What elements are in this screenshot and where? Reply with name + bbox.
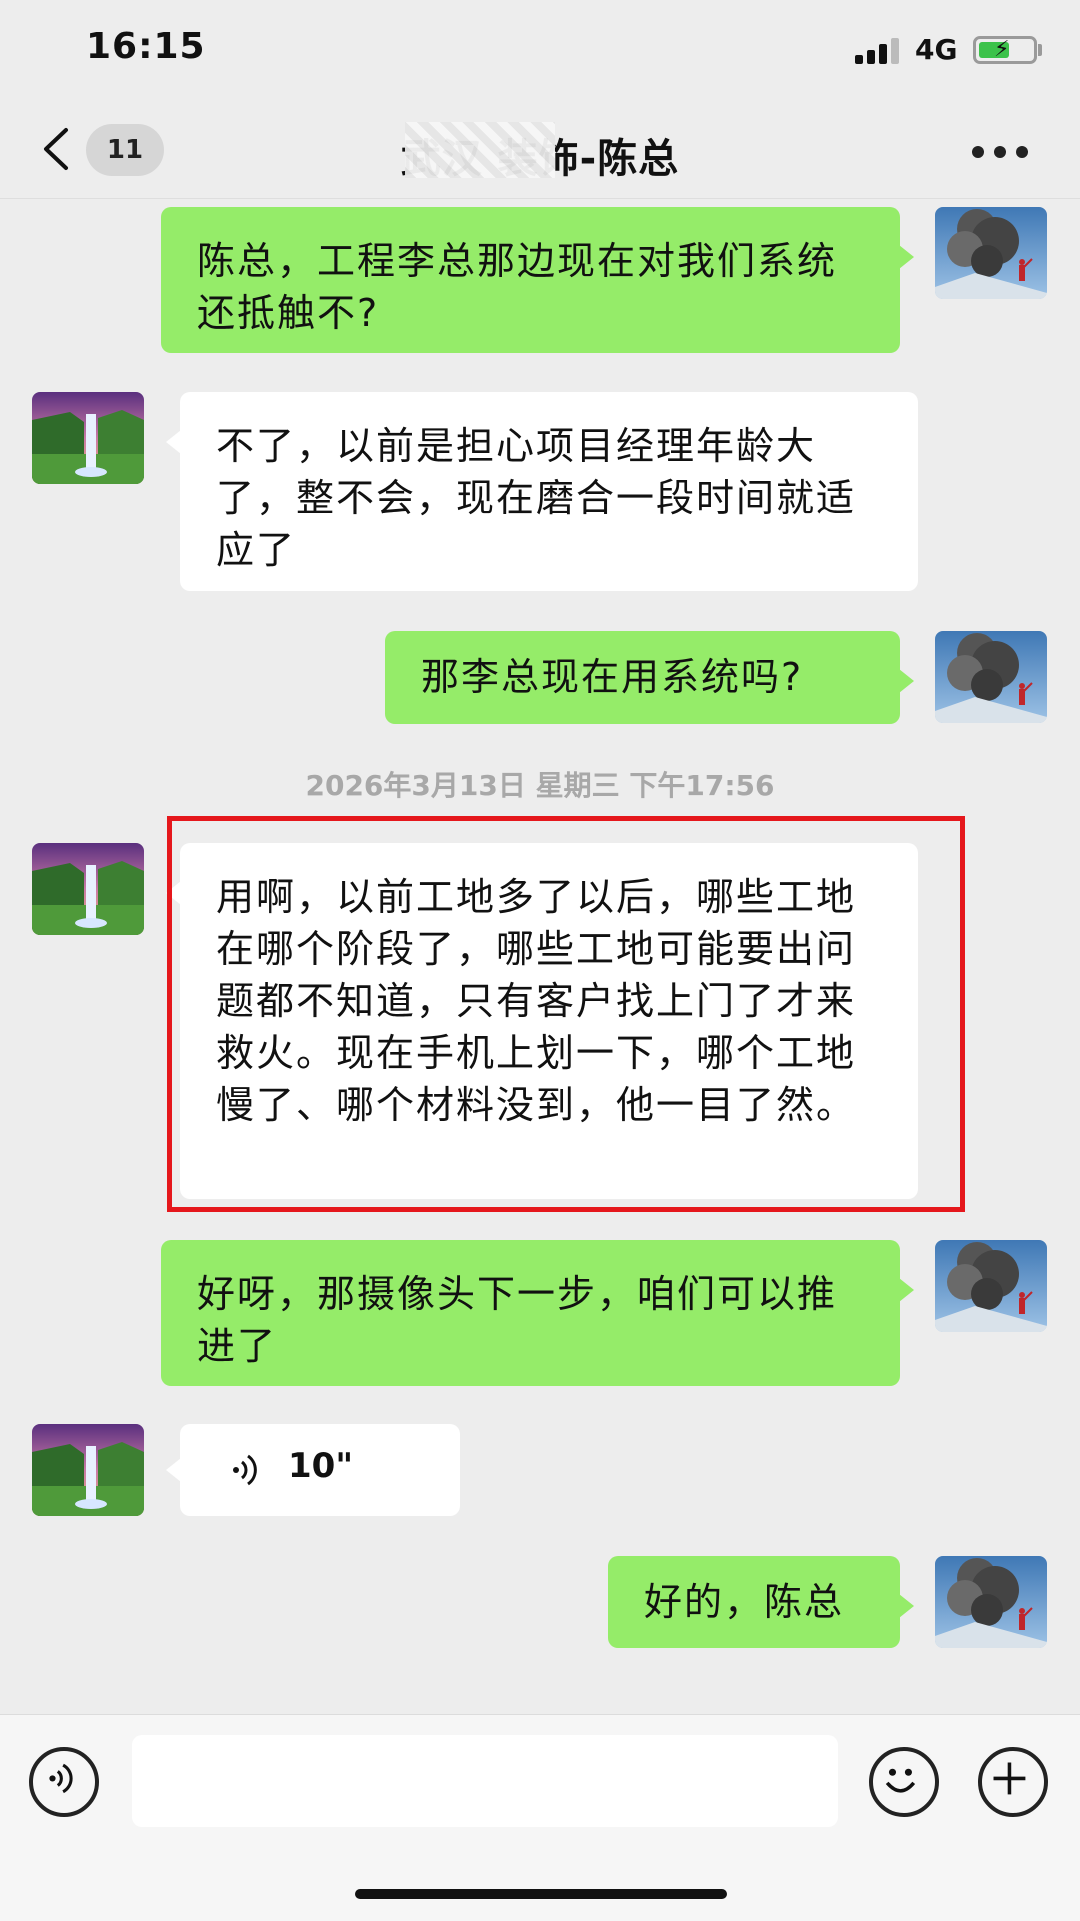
my-avatar[interactable] bbox=[935, 631, 1047, 723]
battery-icon: ⚡ bbox=[973, 36, 1037, 64]
my-avatar[interactable] bbox=[935, 207, 1047, 299]
message-bubble-sent[interactable]: 那李总现在用系统吗? bbox=[385, 631, 914, 724]
my-avatar[interactable] bbox=[935, 1240, 1047, 1332]
message-bubble-sent[interactable]: 好的，陈总 bbox=[608, 1556, 914, 1648]
contact-avatar[interactable] bbox=[32, 392, 144, 484]
contact-avatar[interactable] bbox=[32, 1424, 144, 1516]
my-avatar[interactable] bbox=[935, 1556, 1047, 1648]
emoji-icon[interactable] bbox=[869, 1747, 939, 1817]
message-bubble-sent[interactable]: 陈总，工程李总那边现在对我们系统还抵触不? bbox=[161, 207, 914, 353]
signal-icon bbox=[855, 38, 903, 64]
plus-icon[interactable] bbox=[978, 1747, 1048, 1817]
blurred-name-mask bbox=[405, 122, 555, 178]
message-timestamp: 2026年3月13日 星期三 下午17:56 bbox=[305, 769, 775, 802]
voice-wave-icon bbox=[233, 1454, 257, 1486]
message-bubble-received[interactable]: 不了，以前是担心项目经理年龄大了，整不会，现在磨合一段时间就适应了 bbox=[166, 392, 918, 591]
message-bubble-sent[interactable]: 好呀，那摄像头下一步，咱们可以推进了 bbox=[161, 1240, 914, 1386]
voice-icon[interactable] bbox=[29, 1747, 99, 1817]
contact-avatar[interactable] bbox=[32, 843, 144, 935]
status-bar: 16:15 4G ⚡ bbox=[0, 0, 1080, 100]
highlight-annotation-box bbox=[167, 816, 965, 1212]
home-indicator[interactable] bbox=[355, 1889, 727, 1899]
voice-message-bubble[interactable]: 10" bbox=[166, 1424, 460, 1516]
status-time: 16:15 bbox=[86, 26, 206, 67]
more-dots-icon[interactable] bbox=[972, 146, 1028, 160]
message-input[interactable] bbox=[132, 1735, 838, 1827]
voice-duration: 10" bbox=[288, 1446, 354, 1486]
network-type: 4G bbox=[915, 33, 958, 66]
